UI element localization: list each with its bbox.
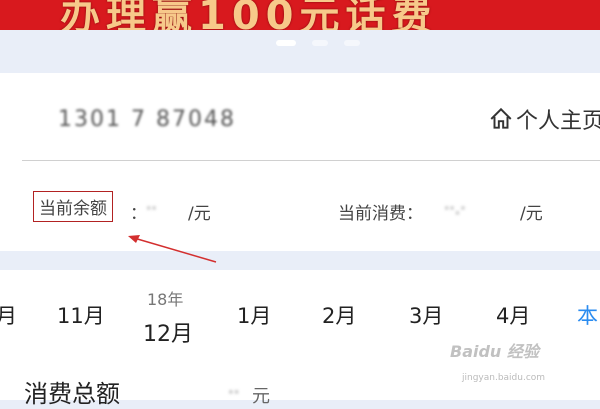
month-tab[interactable]: 3月 [409,300,443,330]
month-tab-current[interactable]: 本 [577,300,598,330]
watermark-url: jingyan.baidu.com [462,373,546,383]
month-tab-selected[interactable]: 12月 [143,316,193,348]
month-tab[interactable]: 11月 [57,300,105,330]
selected-year: 18年 [147,290,184,309]
month-tab[interactable]: 2月 [322,300,356,330]
watermark: Baidu 经验 [450,342,539,361]
month-tab[interactable]: 1月 [237,300,271,330]
month-tab[interactable]: 月 [0,300,17,330]
total-unit: 元 [252,386,270,407]
total-label: 消费总额 [24,380,120,408]
month-tab[interactable]: 4月 [496,300,530,330]
